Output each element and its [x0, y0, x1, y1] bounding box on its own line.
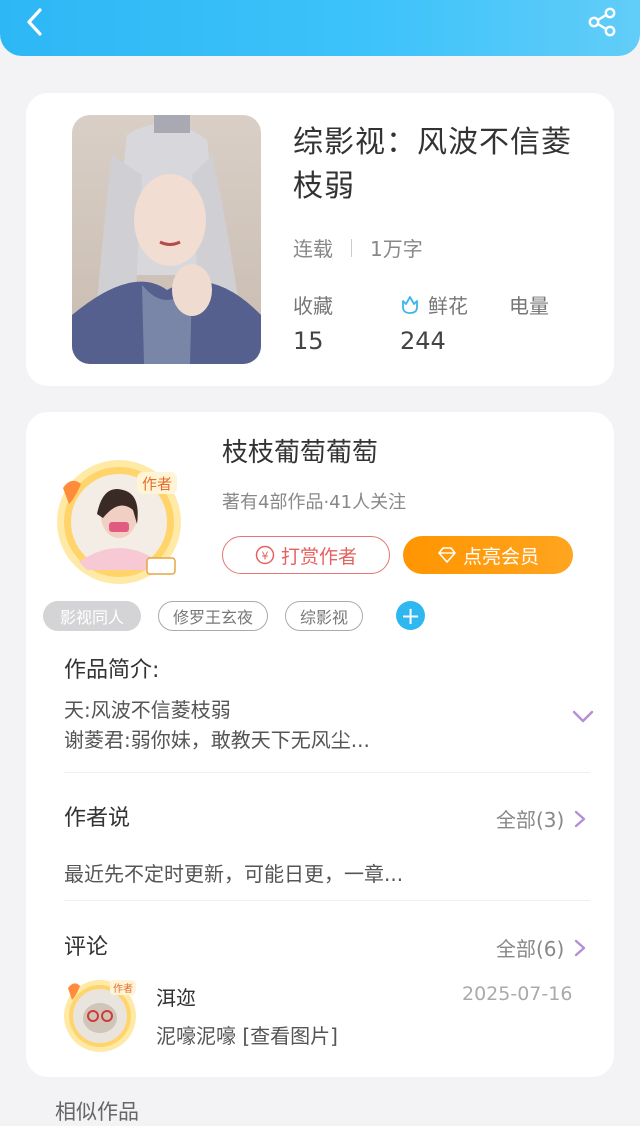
reward-author-label: 打赏作者 [280, 545, 357, 568]
meta-divider [351, 238, 352, 257]
commenter-avatar[interactable]: 作者 [60, 974, 140, 1054]
share-icon[interactable] [586, 6, 618, 38]
comments-title: 评论 [64, 935, 109, 960]
author-say-more-label: 全部(3) [496, 808, 565, 832]
activate-vip-button[interactable]: 点亮会员 [403, 536, 573, 574]
chevron-right-icon [575, 810, 586, 827]
comments-more-link[interactable]: 全部(6) [496, 933, 586, 962]
diamond-icon [438, 547, 456, 563]
chevron-left-icon[interactable] [20, 6, 52, 38]
comments-more-label: 全部(6) [496, 937, 565, 961]
top-bar [0, 0, 640, 56]
divider [64, 772, 590, 773]
commenter-badge: 作者 [113, 983, 133, 995]
chevron-down-icon[interactable] [572, 710, 594, 724]
add-tag-button[interactable]: + [396, 601, 425, 630]
author-badge: 作者 [142, 475, 172, 493]
tag-item[interactable]: 综影视 [285, 601, 363, 631]
intro-line-1: 天:风波不信菱枝弱 [64, 698, 231, 722]
book-cover-image[interactable] [72, 115, 261, 364]
chevron-right-icon [575, 939, 586, 956]
intro-title: 作品简介: [64, 658, 160, 683]
comment-text[interactable]: 泥嚎泥嚎 [查看图片] [156, 1020, 338, 1049]
flower-icon [402, 295, 418, 314]
author-say-title: 作者说 [64, 806, 131, 831]
author-say-more-link[interactable]: 全部(3) [496, 804, 586, 833]
power-label-text: 电量 [509, 294, 549, 318]
divider [64, 900, 590, 901]
intro-line-2: 谢菱君:弱你妹，敢教天下无风尘... [64, 728, 370, 752]
favorites-label-text: 收藏 [293, 294, 333, 318]
intro-text[interactable]: 天:风波不信菱枝弱 谢菱君:弱你妹，敢教天下无风尘... [64, 695, 370, 755]
activate-vip-label: 点亮会员 [462, 545, 539, 568]
book-meta: 连载 1万字 [293, 233, 423, 262]
author-avatar[interactable]: 作者 [51, 454, 187, 590]
favorites-count: 15 [293, 327, 324, 355]
tag-item[interactable]: 影视同人 [43, 601, 141, 631]
author-info: 著有4部作品·41人关注 [222, 492, 407, 513]
book-title: 综影视：风波不信菱枝弱 [293, 125, 572, 204]
book-info-card: 综影视：风波不信菱枝弱 连载 1万字 收藏 15 鲜花 244 电量 [26, 93, 614, 386]
word-count: 1万字 [370, 237, 423, 261]
details-card: 作者 枝枝葡萄葡萄 著有4部作品·41人关注 ¥ 打赏作者 点亮会员 影视同人 … [26, 412, 614, 1077]
author-name[interactable]: 枝枝葡萄葡萄 [222, 432, 378, 469]
flowers-label-text: 鲜花 [428, 294, 468, 318]
reward-author-button[interactable]: ¥ 打赏作者 [222, 536, 390, 574]
flowers-count: 244 [400, 327, 446, 355]
svg-text:¥: ¥ [261, 550, 268, 563]
comment-username[interactable]: 洱迩 [156, 982, 196, 1011]
power-label[interactable]: 电量 [509, 290, 549, 319]
book-status: 连载 [293, 237, 333, 261]
favorites-label: 收藏 [293, 290, 333, 319]
flowers-label[interactable]: 鲜花 [398, 290, 468, 319]
yen-coin-icon: ¥ [255, 545, 275, 565]
tag-item[interactable]: 修罗王玄夜 [158, 601, 268, 631]
author-say-text[interactable]: 最近先不定时更新，可能日更，一章... [64, 858, 403, 887]
comment-date: 2025-07-16 [462, 983, 573, 1005]
